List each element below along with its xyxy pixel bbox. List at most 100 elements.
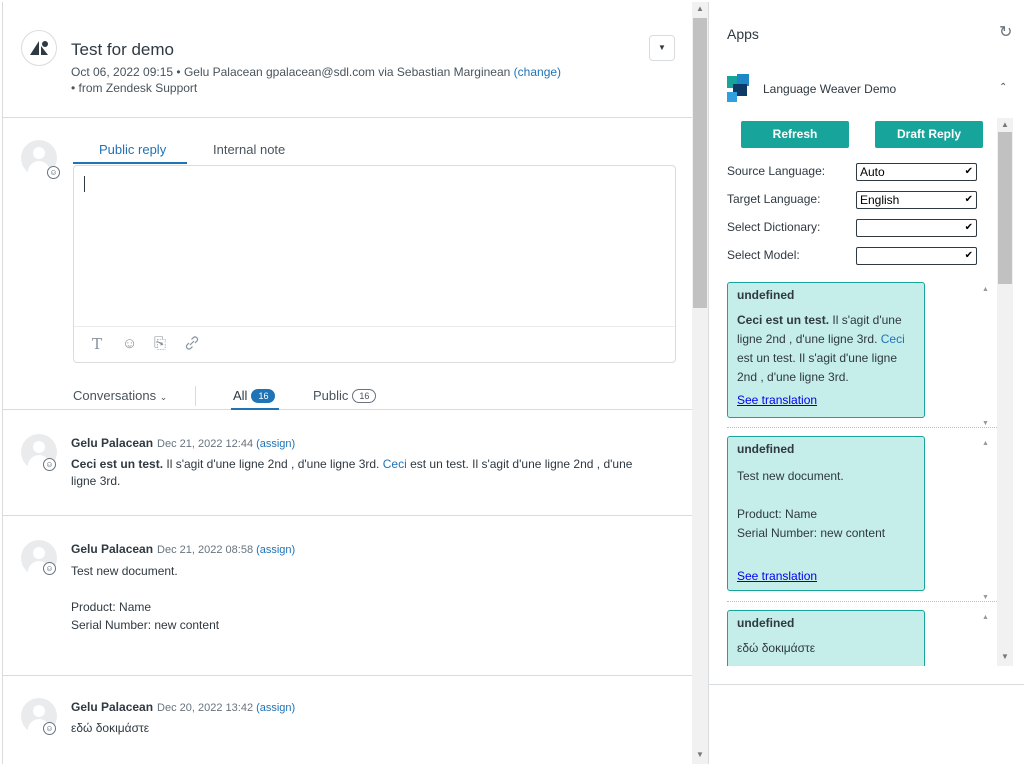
scroll-down-icon[interactable]: ▼: [982, 420, 989, 427]
link-icon[interactable]: [184, 335, 200, 354]
target-language-value: English: [860, 193, 900, 207]
assign-link[interactable]: (assign): [256, 544, 295, 556]
scroll-down-icon[interactable]: ▼: [997, 652, 1013, 661]
dictionary-label: Select Dictionary:: [727, 220, 821, 234]
user-badge-icon: ☺: [43, 722, 56, 735]
author-name: Gelu Palacean: [71, 542, 154, 556]
message-link[interactable]: Ceci: [383, 457, 407, 471]
card-body: Test new document. Product: Name Serial …: [737, 469, 886, 540]
chevron-up-icon[interactable]: ⌃: [999, 82, 1007, 93]
chevron-down-icon: ⌄: [159, 392, 168, 402]
translation-item: undefined Test new document. Product: Na…: [727, 436, 999, 602]
reply-composer: ☺ Public reply Internal note T ☺ ⎘ Conve…: [3, 118, 692, 410]
scrollbar-thumb[interactable]: [998, 132, 1012, 284]
scroll-up-icon[interactable]: ▲: [997, 120, 1013, 129]
target-language-select[interactable]: English ✔: [856, 191, 977, 209]
chevron-down-icon: ✔: [964, 166, 973, 177]
app-scrollbar[interactable]: ▲ ▼: [997, 118, 1013, 666]
apps-title: Apps: [727, 26, 759, 42]
count-badge: 16: [251, 389, 276, 403]
message-date: Dec 21, 2022 12:44: [157, 438, 254, 450]
tab-active-indicator: [73, 162, 187, 164]
card-scrollbar[interactable]: ▲ ▼: [979, 436, 995, 601]
message-bold-text: Ceci est un test.: [71, 457, 164, 471]
card-text-tail: est un test. Il s'agit d'une ligne 2nd ,…: [737, 351, 898, 384]
scroll-up-icon[interactable]: ▲: [982, 614, 989, 621]
ticket-title: Test for demo: [71, 40, 174, 59]
editor-toolbar: T ☺ ⎘: [74, 326, 675, 363]
filter-all-label: All: [233, 388, 248, 403]
reply-editor[interactable]: T ☺ ⎘: [73, 165, 676, 363]
user-badge-icon: ☺: [47, 166, 60, 179]
ticket-pane: Test for demo Oct 06, 2022 09:15 • Gelu …: [2, 2, 692, 764]
chevron-down-icon: ▼: [658, 43, 666, 52]
scroll-up-icon[interactable]: ▲: [692, 4, 708, 13]
ticket-header: Test for demo Oct 06, 2022 09:15 • Gelu …: [3, 2, 692, 118]
card-bold-text: Ceci est un test.: [737, 313, 830, 327]
source-language-label: Source Language:: [727, 164, 826, 178]
conversations-dropdown[interactable]: Conversations ⌄: [73, 388, 167, 403]
conversation-item: ☺ Gelu Palacean Dec 20, 2022 13:42 (assign…: [3, 676, 692, 764]
tab-public-reply[interactable]: Public reply: [99, 142, 166, 157]
user-badge-icon: ☺: [43, 562, 56, 575]
target-language-label: Target Language:: [727, 192, 821, 206]
filter-public-label: Public: [313, 388, 349, 403]
zendesk-logo-icon: [30, 41, 48, 55]
reload-icon[interactable]: ↻: [999, 22, 1012, 42]
attachment-icon[interactable]: ⎘: [154, 335, 166, 352]
card-body: εδώ δοκιμάστε: [737, 641, 816, 655]
model-select[interactable]: ✔: [856, 247, 977, 265]
author-name: Gelu Palacean: [71, 700, 154, 714]
ticket-meta-text: Oct 06, 2022 09:15 • Gelu Palacean gpala…: [71, 65, 514, 79]
message-author: Gelu Palacean Dec 21, 2022 12:44 (assign): [71, 436, 295, 450]
filter-public[interactable]: Public 16: [313, 388, 377, 403]
conversation-item: ☺ Gelu Palacean Dec 21, 2022 12:44 (assign…: [3, 410, 692, 516]
filter-all[interactable]: All 16: [233, 388, 276, 403]
message-author: Gelu Palacean Dec 20, 2022 13:42 (assign): [71, 700, 295, 714]
ticket-options-button[interactable]: ▼: [649, 35, 675, 61]
conversation-filters: Conversations ⌄ All 16 Public 16: [3, 378, 692, 410]
scrollbar-thumb[interactable]: [693, 18, 707, 308]
see-translation-link[interactable]: See translation: [737, 569, 915, 583]
assign-link[interactable]: (assign): [256, 438, 295, 450]
chevron-down-icon: ✔: [964, 250, 973, 261]
conversations-label: Conversations: [73, 388, 157, 403]
card-title: undefined: [737, 288, 795, 302]
change-requester-link[interactable]: (change): [514, 65, 561, 79]
scroll-up-icon[interactable]: ▲: [982, 440, 989, 447]
scroll-down-icon[interactable]: ▼: [692, 750, 708, 759]
divider: [195, 386, 196, 406]
card-scrollbar[interactable]: ▲ ▼: [979, 282, 995, 427]
see-translation-link[interactable]: See translation: [737, 393, 915, 407]
card-inline-link[interactable]: Ceci: [881, 332, 905, 346]
user-badge-icon: ☺: [43, 458, 56, 471]
message-date: Dec 21, 2022 08:58: [157, 544, 254, 556]
card-scrollbar[interactable]: ▲: [979, 610, 995, 666]
source-language-select[interactable]: Auto ✔: [856, 163, 977, 181]
message-body: Test new document. Product: Name Serial …: [71, 564, 220, 632]
message-body: εδώ δοκιμάστε: [71, 721, 150, 735]
draft-reply-button[interactable]: Draft Reply: [875, 121, 983, 148]
chevron-down-icon: ✔: [964, 194, 973, 205]
apps-panel: Apps ↻ Language Weaver Demo ⌃ Refresh Dr…: [708, 2, 1024, 764]
assign-link[interactable]: (assign): [256, 702, 295, 714]
tab-internal-note[interactable]: Internal note: [213, 142, 285, 157]
text-caret: [84, 176, 85, 192]
message-text: Il s'agit d'une ligne 2nd , d'une ligne …: [163, 457, 383, 471]
source-language-value: Auto: [860, 165, 885, 179]
card-title: undefined: [737, 616, 795, 630]
app-name: Language Weaver Demo: [763, 82, 897, 96]
emoji-icon[interactable]: ☺: [122, 335, 137, 352]
translation-item: undefined Ceci est un test. Il s'agit d'…: [727, 282, 999, 428]
scroll-up-icon[interactable]: ▲: [982, 286, 989, 293]
ticket-meta: Oct 06, 2022 09:15 • Gelu Palacean gpala…: [71, 64, 631, 96]
scroll-down-icon[interactable]: ▼: [982, 594, 989, 601]
message-author: Gelu Palacean Dec 21, 2022 08:58 (assign): [71, 542, 295, 556]
message-body: Ceci est un test. Il s'agit d'une ligne …: [71, 456, 661, 490]
refresh-button[interactable]: Refresh: [741, 121, 849, 148]
dictionary-select[interactable]: ✔: [856, 219, 977, 237]
translation-card: undefined εδώ δοκιμάστε: [727, 610, 925, 666]
translation-card: undefined Ceci est un test. Il s'agit d'…: [727, 282, 925, 418]
text-format-icon[interactable]: T: [92, 335, 102, 353]
ticket-scrollbar[interactable]: ▲ ▼: [692, 2, 708, 764]
